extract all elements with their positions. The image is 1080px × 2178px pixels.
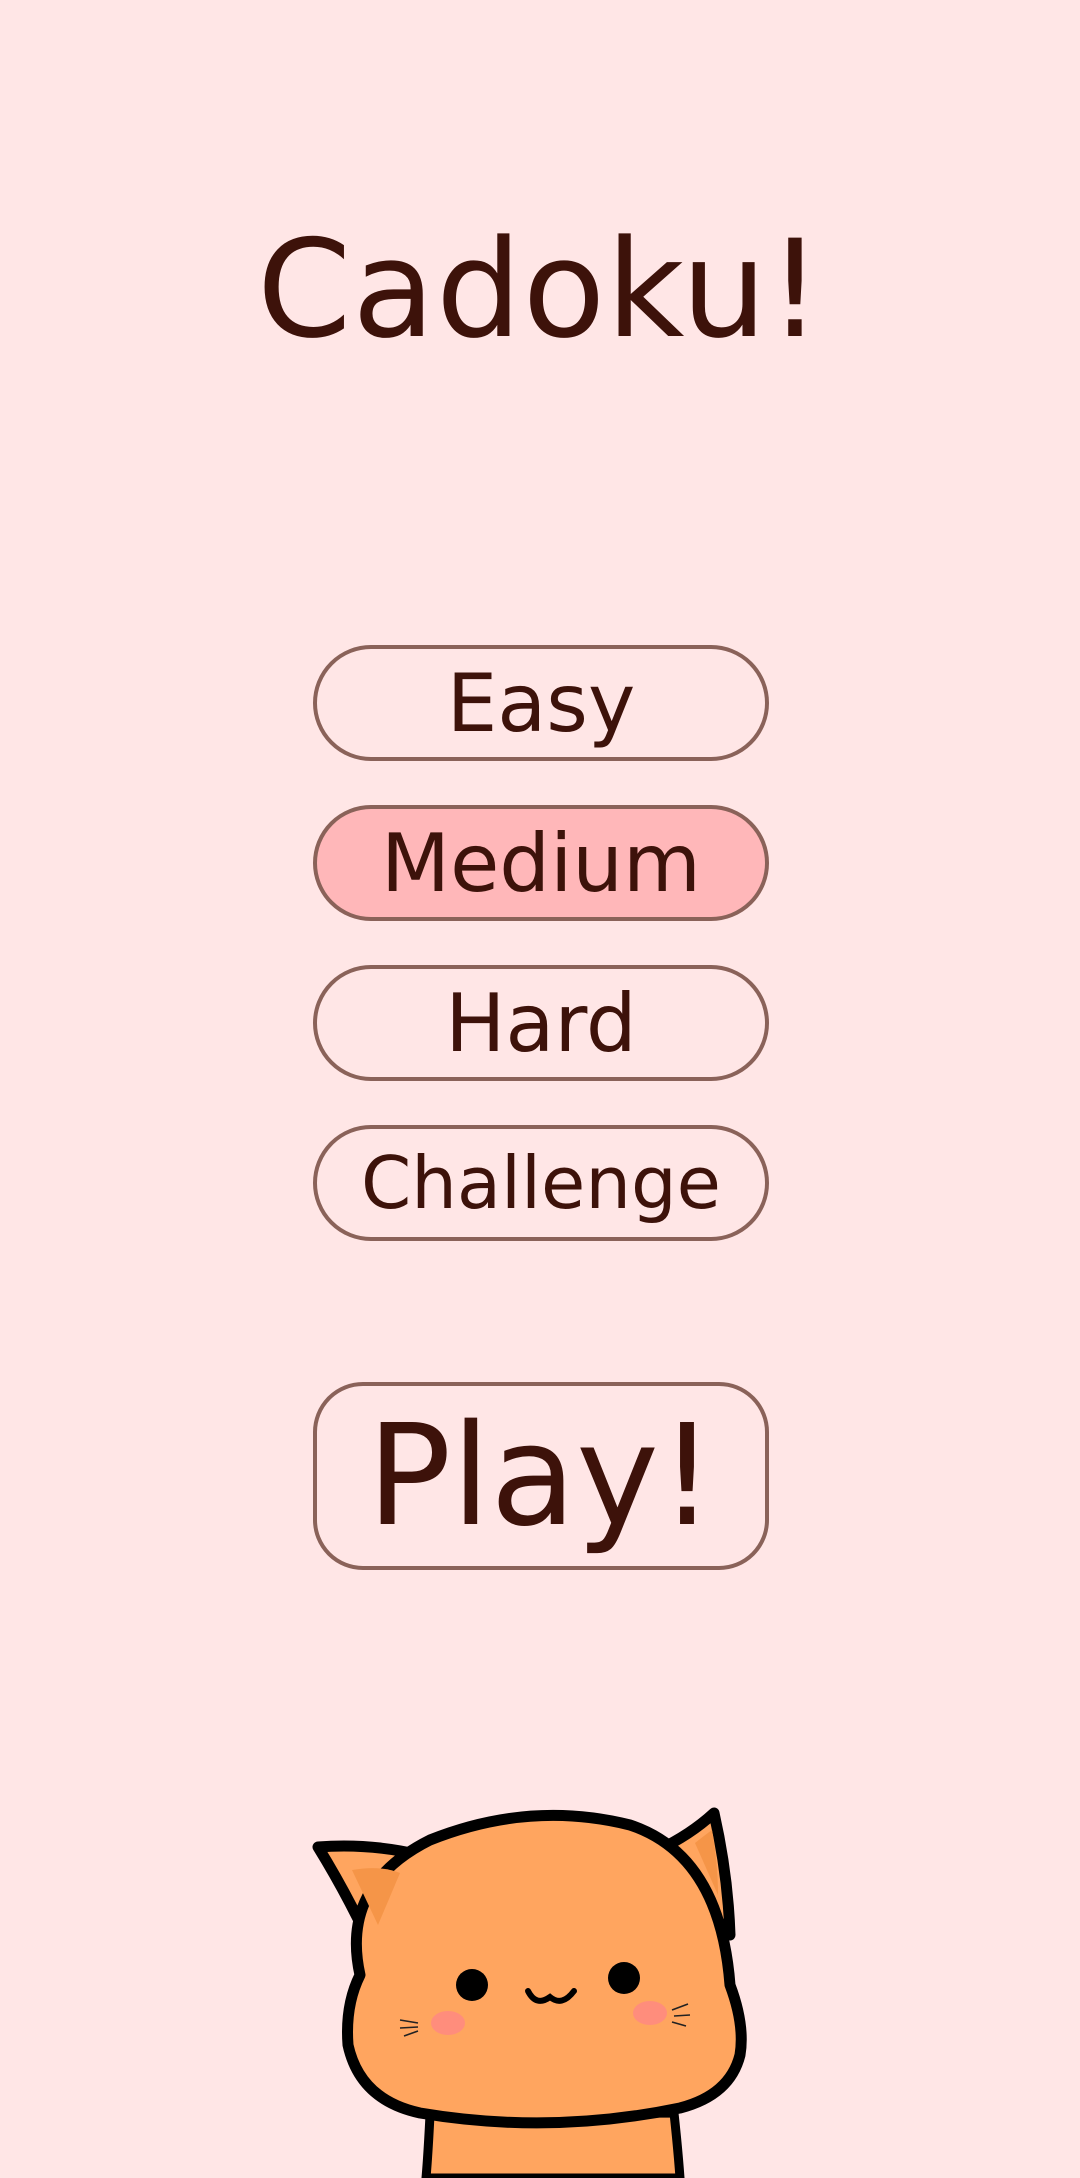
difficulty-easy-button[interactable]: Easy [313, 645, 769, 761]
app-title: Cadoku! [257, 211, 823, 368]
cat-mascot-icon [312, 1807, 747, 2178]
difficulty-challenge-button[interactable]: Challenge [313, 1125, 769, 1241]
play-button[interactable]: Play! [313, 1382, 769, 1570]
difficulty-hard-button[interactable]: Hard [313, 965, 769, 1081]
difficulty-selector: Easy Medium Hard Challenge [313, 645, 769, 1285]
difficulty-medium-button[interactable]: Medium [313, 805, 769, 921]
